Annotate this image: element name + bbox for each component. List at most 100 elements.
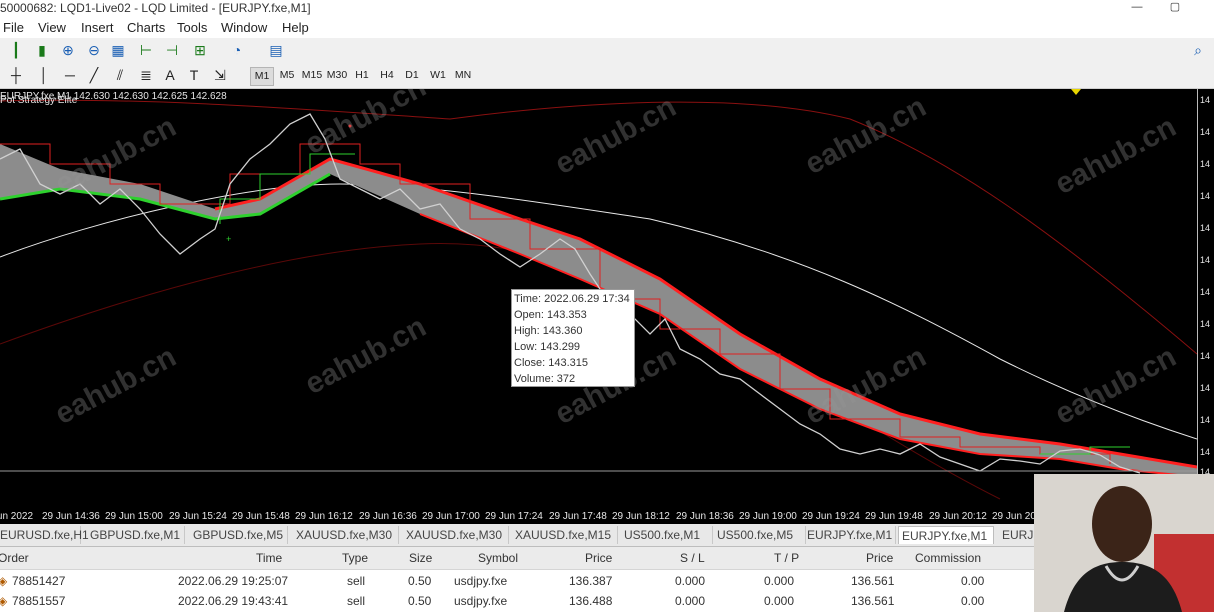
timeframe-m15[interactable]: M15 <box>301 67 323 84</box>
tab-eurusd-h1[interactable]: EURUSD.fxe,H1 <box>0 526 89 544</box>
col-tp[interactable]: T / P <box>774 551 799 565</box>
col-size[interactable]: Size <box>409 551 432 565</box>
tab-us500-m1[interactable]: US500.fxe,M1 <box>621 526 713 544</box>
time-label: 29 Jun 15:48 <box>232 511 290 522</box>
drawing-toolbar: ┼ │ ─ ╱ ⫽ ≣ A T ⇲ M1 M5 M15 M30 H1 H4 D1… <box>0 63 1214 89</box>
timeframe-m5[interactable]: M5 <box>277 67 297 84</box>
standard-toolbar: ┃ ▮ ⊕ ⊖ ▦ ⊢ ⊣ ⊞ ◔ ▤ ⌕ <box>0 38 1214 63</box>
horizontal-line-icon[interactable]: ─ <box>60 66 80 84</box>
periods-icon[interactable]: ◔ <box>227 41 247 59</box>
table-header: Order Time Type Size Symbol Price S / L … <box>0 547 1214 570</box>
minimize-button[interactable]: — <box>1122 0 1152 17</box>
timeframe-d1[interactable]: D1 <box>403 67 421 84</box>
window-title: 50000682: LQD1-Live02 - LQD Limited - [E… <box>0 1 311 15</box>
tab-gbpusd-m1[interactable]: GBPUSD.fxe,M1 <box>87 526 185 544</box>
time-label: 29 Jun 2022 <box>0 511 34 522</box>
order-tp: 0.000 <box>764 594 795 608</box>
col-order[interactable]: Order <box>0 551 29 565</box>
price-axis: 14 14 14 14 14 14 14 14 14 14 14 14 14 <box>1197 89 1214 509</box>
tooltip-close: Close: 143.315 <box>514 357 588 369</box>
chart-shift-icon[interactable]: ⊣ <box>162 41 182 59</box>
time-label: 29 Jun 19:24 <box>802 511 860 522</box>
table-row[interactable]: ◈ 78851557 2022.06.29 19:43:41 sell 0.50… <box>0 590 1214 610</box>
search-icon[interactable]: ⌕ <box>1188 41 1208 59</box>
tab-eurjpy-m1-active[interactable]: EURJPY.fxe,M1 <box>898 526 994 544</box>
arrows-icon[interactable]: ⇲ <box>210 66 230 84</box>
menu-bar: File View Insert Charts Tools Window Hel… <box>0 17 1214 39</box>
tab-xauusd-m30-2[interactable]: XAUUSD.fxe,M30 <box>403 526 509 544</box>
text-label-icon[interactable]: T <box>184 66 204 84</box>
time-label: 29 Jun 20 <box>992 511 1036 522</box>
tab-gbpusd-m5[interactable]: GBPUSD.fxe,M5 <box>190 526 288 544</box>
trendline-icon[interactable]: ╱ <box>84 66 104 84</box>
table-row[interactable]: ◈ 78851427 2022.06.29 19:25:07 sell 0.50… <box>0 570 1214 590</box>
tab-xauusd-m15[interactable]: XAUUSD.fxe,M15 <box>512 526 618 544</box>
time-label: 29 Jun 15:24 <box>169 511 227 522</box>
tooltip-open: Open: 143.353 <box>514 309 587 321</box>
zoom-out-icon[interactable]: ⊖ <box>84 41 104 59</box>
col-price[interactable]: Price <box>585 551 612 565</box>
autoscroll-icon[interactable]: ⊢ <box>136 41 156 59</box>
time-label: 29 Jun 16:36 <box>359 511 417 522</box>
menu-charts[interactable]: Charts <box>127 20 165 35</box>
time-label: 29 Jun 18:36 <box>676 511 734 522</box>
ohlc-tooltip: Time: 2022.06.29 17:34 Open: 143.353 Hig… <box>511 289 635 387</box>
price-chart[interactable]: + eahub.cn eahub.cn eahub.cn eahub.cn ea… <box>0 89 1214 509</box>
menu-file[interactable]: File <box>3 20 24 35</box>
tooltip-low: Low: 143.299 <box>514 341 581 353</box>
col-current-price[interactable]: Price <box>866 551 893 565</box>
timeframe-w1[interactable]: W1 <box>429 67 447 84</box>
maximize-button[interactable]: ▢ <box>1160 0 1190 17</box>
order-icon: ◈ <box>0 574 8 588</box>
tooltip-time: Time: 2022.06.29 17:34 <box>514 293 630 305</box>
timeframe-m1[interactable]: M1 <box>250 67 274 86</box>
tab-eurjpy-m1[interactable]: EURJPY.fxe,M1 <box>804 526 896 544</box>
indicators-icon[interactable]: ⊞ <box>190 41 210 59</box>
candlestick-icon[interactable]: ▮ <box>32 41 52 59</box>
col-commission[interactable]: Commission <box>915 551 981 565</box>
time-label: 29 Jun 20:12 <box>929 511 987 522</box>
menu-tools[interactable]: Tools <box>177 20 207 35</box>
col-symbol[interactable]: Symbol <box>478 551 518 565</box>
order-symbol: usdjpy.fxe <box>454 594 508 608</box>
menu-window[interactable]: Window <box>221 20 267 35</box>
order-price: 136.387 <box>569 574 613 588</box>
order-current-price: 136.561 <box>851 594 895 608</box>
time-label: 29 Jun 16:12 <box>295 511 353 522</box>
order-time: 2022.06.29 19:43:41 <box>178 594 289 608</box>
time-label: 29 Jun 17:00 <box>422 511 480 522</box>
order-size: 0.50 <box>408 594 432 608</box>
buy-signal-mark: + <box>226 234 231 244</box>
channel-icon[interactable]: ⫽ <box>110 66 130 84</box>
bar-chart-icon[interactable]: ┃ <box>6 41 26 59</box>
crosshair-icon[interactable]: ┼ <box>6 66 26 84</box>
fibonacci-icon[interactable]: ≣ <box>136 66 156 84</box>
col-sl[interactable]: S / L <box>680 551 705 565</box>
chart-shift-marker[interactable] <box>1071 89 1081 95</box>
order-icon: ◈ <box>0 594 8 608</box>
col-type[interactable]: Type <box>342 551 368 565</box>
templates-icon[interactable]: ▤ <box>266 41 286 59</box>
time-label: 29 Jun 17:48 <box>549 511 607 522</box>
tile-windows-icon[interactable]: ▦ <box>108 41 128 59</box>
zoom-in-icon[interactable]: ⊕ <box>58 41 78 59</box>
trade-terminal: Order Time Type Size Symbol Price S / L … <box>0 547 1214 612</box>
text-icon[interactable]: A <box>160 66 180 84</box>
webcam-overlay <box>1034 474 1214 612</box>
menu-help[interactable]: Help <box>282 20 309 35</box>
order-price: 136.488 <box>569 594 613 608</box>
timeframe-h1[interactable]: H1 <box>353 67 371 84</box>
order-sl: 0.000 <box>675 594 706 608</box>
order-commission: 0.00 <box>961 594 985 608</box>
timeframe-m30[interactable]: M30 <box>326 67 348 84</box>
col-time[interactable]: Time <box>256 551 282 565</box>
menu-view[interactable]: View <box>38 20 66 35</box>
timeframe-mn[interactable]: MN <box>453 67 473 84</box>
tooltip-high: High: 143.360 <box>514 325 583 337</box>
timeframe-h4[interactable]: H4 <box>378 67 396 84</box>
tab-us500-m5[interactable]: US500.fxe,M5 <box>714 526 806 544</box>
menu-insert[interactable]: Insert <box>81 20 114 35</box>
vertical-line-icon[interactable]: │ <box>34 66 54 84</box>
tab-xauusd-m30[interactable]: XAUUSD.fxe,M30 <box>293 526 399 544</box>
tooltip-volume: Volume: 372 <box>514 373 576 385</box>
